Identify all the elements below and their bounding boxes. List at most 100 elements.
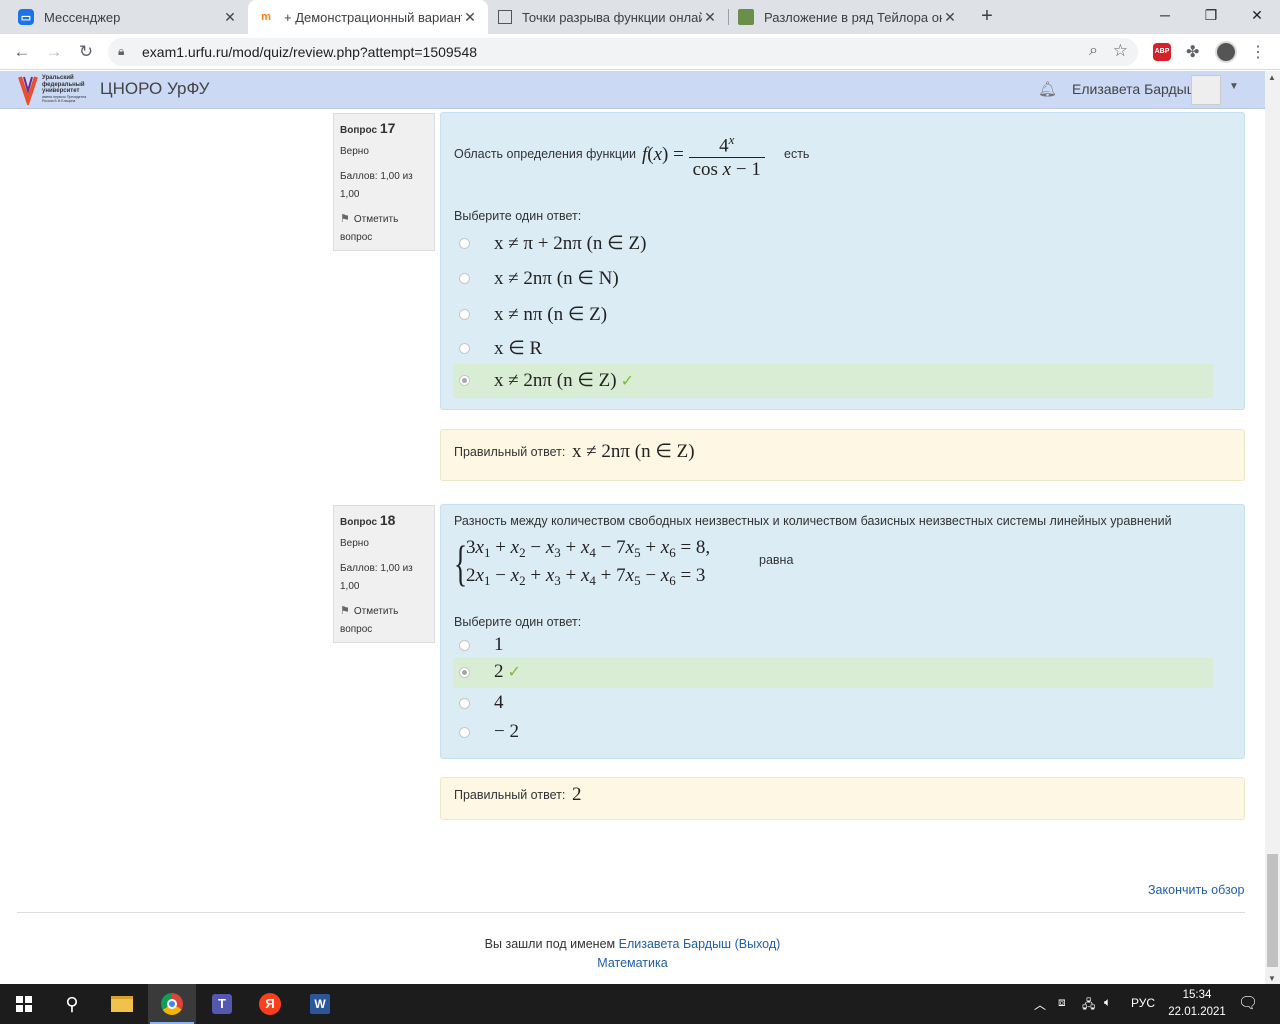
scroll-up-icon[interactable]: ▲: [1268, 73, 1276, 82]
close-icon[interactable]: ✕: [702, 9, 718, 26]
urfu-logo[interactable]: Уральский федеральный университет имени …: [18, 73, 92, 107]
system-clock[interactable]: 15:34 22.01.2021: [1160, 987, 1234, 1021]
question-text: Область определения функции f(x) = 4x cos…: [454, 127, 1234, 187]
forward-icon[interactable]: →: [42, 40, 66, 64]
browser-toolbar: ← → ↻ 🔒︎ exam1.urfu.ru/mod/quiz/review.p…: [0, 34, 1280, 70]
language-indicator[interactable]: РУС: [1131, 996, 1155, 1010]
right-answer-label: Правильный ответ:: [454, 788, 566, 802]
windows-start-icon[interactable]: [0, 984, 48, 1024]
question-number: Вопрос 17: [340, 120, 396, 136]
minimize-button[interactable]: ─: [1142, 0, 1188, 30]
network-icon[interactable]: 🖧︎: [1082, 995, 1095, 1016]
chrome-icon[interactable]: [148, 984, 196, 1024]
close-icon[interactable]: ✕: [942, 9, 958, 26]
tab-messenger[interactable]: ▭ Мессенджер ✕: [8, 0, 248, 34]
moodle-icon: m: [261, 11, 271, 23]
answer-option[interactable]: x ≠ nπ (n ∈ Z): [453, 298, 1213, 332]
radio-button[interactable]: [459, 238, 470, 249]
tray-app-icon[interactable]: ⧈: [1058, 995, 1066, 1010]
radio-button[interactable]: [459, 273, 470, 284]
answer-option[interactable]: x ∈ R: [453, 332, 1213, 366]
profile-avatar[interactable]: [1215, 41, 1237, 63]
yandex-icon[interactable]: Я: [246, 984, 294, 1024]
answer-option[interactable]: x ≠ 2nπ (n ∈ N): [453, 262, 1213, 296]
right-answer-label: Правильный ответ:: [454, 445, 566, 459]
radio-button[interactable]: [459, 343, 470, 354]
word-icon[interactable]: W: [296, 984, 344, 1024]
check-icon: ✓: [620, 373, 634, 390]
tab-demo-variant[interactable]: m + Демонстрационный вариант ✕: [248, 0, 488, 34]
extensions-icon[interactable]: ✤: [1186, 42, 1199, 62]
url-text[interactable]: exam1.urfu.ru/mod/quiz/review.php?attemp…: [142, 44, 477, 60]
flag-question-link[interactable]: ⚑ Отметить вопрос: [340, 210, 428, 247]
vertical-scrollbar[interactable]: ▲ ▼: [1265, 71, 1280, 985]
lock-icon: 🔒︎: [118, 44, 125, 58]
question-17-content: Область определения функции f(x) = 4x cos…: [440, 112, 1245, 410]
volume-icon[interactable]: 🔈︎: [1104, 995, 1111, 1010]
answer-prompt: Выберите один ответ:: [454, 209, 582, 223]
right-answer-value: x ≠ 2nπ (n ∈ Z): [572, 441, 695, 462]
scroll-down-icon[interactable]: ▼: [1268, 974, 1276, 983]
new-tab-button[interactable]: +: [975, 5, 999, 29]
question-points: Баллов: 1,00 из 1,00: [340, 171, 413, 200]
site-name[interactable]: ЦНОРО УрФУ: [100, 79, 209, 99]
address-bar[interactable]: 🔒︎ exam1.urfu.ru/mod/quiz/review.php?att…: [108, 38, 1138, 66]
question-17-info: Вопрос 17 Верно Баллов: 1,00 из 1,00 ⚑ От…: [333, 113, 435, 251]
answer-option[interactable]: − 2: [453, 716, 1213, 750]
answer-option-correct[interactable]: x ≠ 2nπ (n ∈ Z) ✓: [453, 364, 1213, 398]
question-points: Баллов: 1,00 из 1,00: [340, 563, 413, 592]
flag-question-link[interactable]: ⚑ Отметить вопрос: [340, 602, 428, 639]
radio-button-selected[interactable]: [459, 375, 470, 386]
flag-icon: ⚑: [340, 605, 350, 617]
restore-button[interactable]: ❐: [1188, 0, 1234, 30]
back-icon[interactable]: ←: [10, 40, 34, 64]
browser-menu-icon[interactable]: ⋮: [1250, 42, 1266, 62]
tab-discontinuity[interactable]: Точки разрыва функции онлайн ✕: [488, 0, 728, 34]
teams-icon[interactable]: T: [198, 984, 246, 1024]
tab-taylor[interactable]: Разложение в ряд Тейлора онлайн ✕: [728, 0, 968, 34]
close-icon[interactable]: ✕: [222, 9, 238, 26]
notifications-icon[interactable]: 🗨︎: [1238, 993, 1258, 1013]
radio-button[interactable]: [459, 309, 470, 320]
reload-icon[interactable]: ↻: [74, 40, 98, 64]
equation-1: 3x1 + x2 − x3 + x4 − 7x5 + x6 = 8,: [466, 537, 711, 560]
user-profile-link[interactable]: Елизавета Бардыш: [619, 937, 731, 951]
bookmark-star-icon[interactable]: ☆: [1113, 41, 1128, 61]
equation-system: { 3x1 + x2 − x3 + x4 − 7x5 + x6 = 8, 2x1…: [454, 535, 794, 591]
question-state: Верно: [340, 146, 369, 157]
tray-chevron-up-icon[interactable]: ︿: [1034, 996, 1046, 1013]
chevron-down-icon[interactable]: ▼: [1229, 81, 1239, 92]
question-state: Верно: [340, 538, 369, 549]
question-text: Разность между количеством свободных неи…: [454, 514, 1172, 528]
site-header: Уральский федеральный университет имени …: [0, 71, 1265, 109]
logo-text: Уральский федеральный университет имени …: [42, 75, 87, 103]
urfu-logo-mark: [18, 76, 38, 105]
search-icon[interactable]: ⚲: [48, 984, 96, 1024]
notifications-bell-icon[interactable]: 🔔︎: [1038, 80, 1057, 98]
answer-prompt: Выберите один ответ:: [454, 615, 582, 629]
radio-button-selected[interactable]: [459, 667, 470, 678]
zoom-icon[interactable]: ⌕: [1089, 42, 1098, 60]
right-answer-value: 2: [572, 784, 582, 805]
function-formula: f(x) = 4x cos x − 1: [642, 129, 765, 182]
taskbar: ⚲ T Я W ︿ ⧈ 🖧︎ 🔈︎ РУС 15:34 22.01.2021 🗨…: [0, 984, 1280, 1024]
answer-option-correct[interactable]: 2 ✓: [453, 658, 1213, 688]
finish-review-link[interactable]: Закончить обзор: [1148, 883, 1245, 897]
answer-option[interactable]: x ≠ π + 2nπ (n ∈ Z): [453, 227, 1213, 261]
equation-2: 2x1 − x2 + x3 + x4 + 7x5 − x6 = 3: [466, 565, 706, 588]
radio-button[interactable]: [459, 727, 470, 738]
radio-button[interactable]: [459, 698, 470, 709]
question-18-info: Вопрос 18 Верно Баллов: 1,00 из 1,00 ⚑ От…: [333, 505, 435, 643]
adblock-icon[interactable]: ABP: [1153, 43, 1171, 61]
radio-button[interactable]: [459, 640, 470, 651]
user-avatar[interactable]: [1191, 75, 1221, 105]
logout-link[interactable]: (Выход): [735, 937, 781, 951]
close-icon[interactable]: ✕: [462, 9, 478, 26]
file-explorer-icon[interactable]: [98, 984, 146, 1024]
page-icon: [498, 10, 512, 24]
close-window-button[interactable]: ✕: [1234, 0, 1280, 30]
page-content: Вопрос 17 Верно Баллов: 1,00 из 1,00 ⚑ От…: [0, 109, 1265, 985]
user-name[interactable]: Елизавета Бардыш: [1072, 81, 1198, 97]
course-link[interactable]: Математика: [597, 956, 667, 970]
scrollbar-thumb[interactable]: [1267, 854, 1278, 967]
